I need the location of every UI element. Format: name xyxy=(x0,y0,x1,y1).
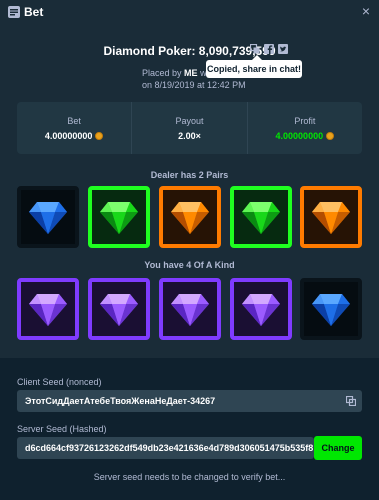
modal-header: Bet × xyxy=(0,0,379,24)
stat-profit-value-wrap: 4.00000000 xyxy=(276,131,335,141)
orange-gem-icon xyxy=(171,202,209,234)
dealer-hand-label: Dealer has 2 Pairs xyxy=(150,170,229,180)
server-seed-field[interactable]: d6cd664cf93726123262df549db23e421636e4d7… xyxy=(17,437,314,459)
purple-gem-icon xyxy=(171,294,209,326)
coin-icon xyxy=(326,131,335,140)
stat-payout: Payout 2.00× xyxy=(131,102,246,154)
player-card-1 xyxy=(17,278,79,340)
stat-payout-label: Payout xyxy=(175,115,204,126)
stat-profit-value: 4.00000000 xyxy=(275,130,324,141)
client-seed-field[interactable]: ЭтотСидДаетАтебеТвояЖенаНеДает-34267 xyxy=(17,390,362,412)
placed-by-prefix: Placed by xyxy=(142,68,182,78)
green-gem-icon xyxy=(100,202,138,234)
dealer-card-4 xyxy=(230,186,292,248)
facebook-icon[interactable] xyxy=(264,44,274,54)
purple-gem-icon xyxy=(100,294,138,326)
bet-stats-panel: Bet 4.00000000 Payout 2.00× Profit 4.000… xyxy=(17,102,362,154)
green-gem-icon xyxy=(242,202,280,234)
coin-icon xyxy=(95,131,104,140)
stat-profit: Profit 4.00000000 xyxy=(246,102,362,154)
copied-tooltip: Copied, share in chat! xyxy=(206,55,302,78)
stat-payout-value: 2.00× xyxy=(178,130,201,141)
player-card-2 xyxy=(88,278,150,340)
dealer-card-2 xyxy=(88,186,150,248)
stat-profit-label: Profit xyxy=(294,115,316,126)
player-card-3 xyxy=(159,278,221,340)
stat-bet-value: 4.00000000 xyxy=(44,130,93,141)
stat-bet-value-wrap: 4.00000000 xyxy=(45,131,104,141)
bet-list-icon xyxy=(8,6,20,18)
dealer-card-1 xyxy=(17,186,79,248)
blue-gem-icon xyxy=(29,202,67,234)
purple-gem-icon xyxy=(242,294,280,326)
stat-bet: Bet 4.00000000 xyxy=(17,102,131,154)
change-seed-button[interactable]: Change xyxy=(314,436,362,460)
player-hand-label: You have 4 Of A Kind xyxy=(144,260,235,270)
player-card-4 xyxy=(230,278,292,340)
game-title-row: Diamond Poker: 8,090,739,599 xyxy=(0,42,379,60)
player-card-5 xyxy=(300,278,362,340)
server-seed-note: Server seed needs to be changed to verif… xyxy=(93,472,286,482)
share-icons xyxy=(250,44,288,54)
dealer-card-3 xyxy=(159,186,221,248)
dealer-card-5 xyxy=(300,186,362,248)
orange-gem-icon xyxy=(312,202,350,234)
copy-icon[interactable] xyxy=(346,396,356,406)
modal-title: Bet xyxy=(24,5,44,19)
client-seed-label: Client Seed (nonced) xyxy=(17,377,102,387)
twitter-icon[interactable] xyxy=(278,44,288,54)
server-seed-value: d6cd664cf93726123262df549db23e421636e4d7… xyxy=(25,443,314,453)
purple-gem-icon xyxy=(29,294,67,326)
placed-on-date: on 8/19/2019 at 12:42 PM xyxy=(142,80,246,90)
client-seed-value: ЭтотСидДаетАтебеТвояЖенаНеДает-34267 xyxy=(25,396,216,406)
placed-by: Placed by ME w xyxy=(142,68,207,78)
close-icon[interactable]: × xyxy=(362,3,370,19)
placed-by-user[interactable]: ME xyxy=(184,68,198,78)
server-seed-label: Server Seed (Hashed) xyxy=(17,424,107,434)
stat-bet-label: Bet xyxy=(67,115,81,126)
copy-link-icon[interactable] xyxy=(250,44,260,54)
blue-gem-icon xyxy=(312,294,350,326)
